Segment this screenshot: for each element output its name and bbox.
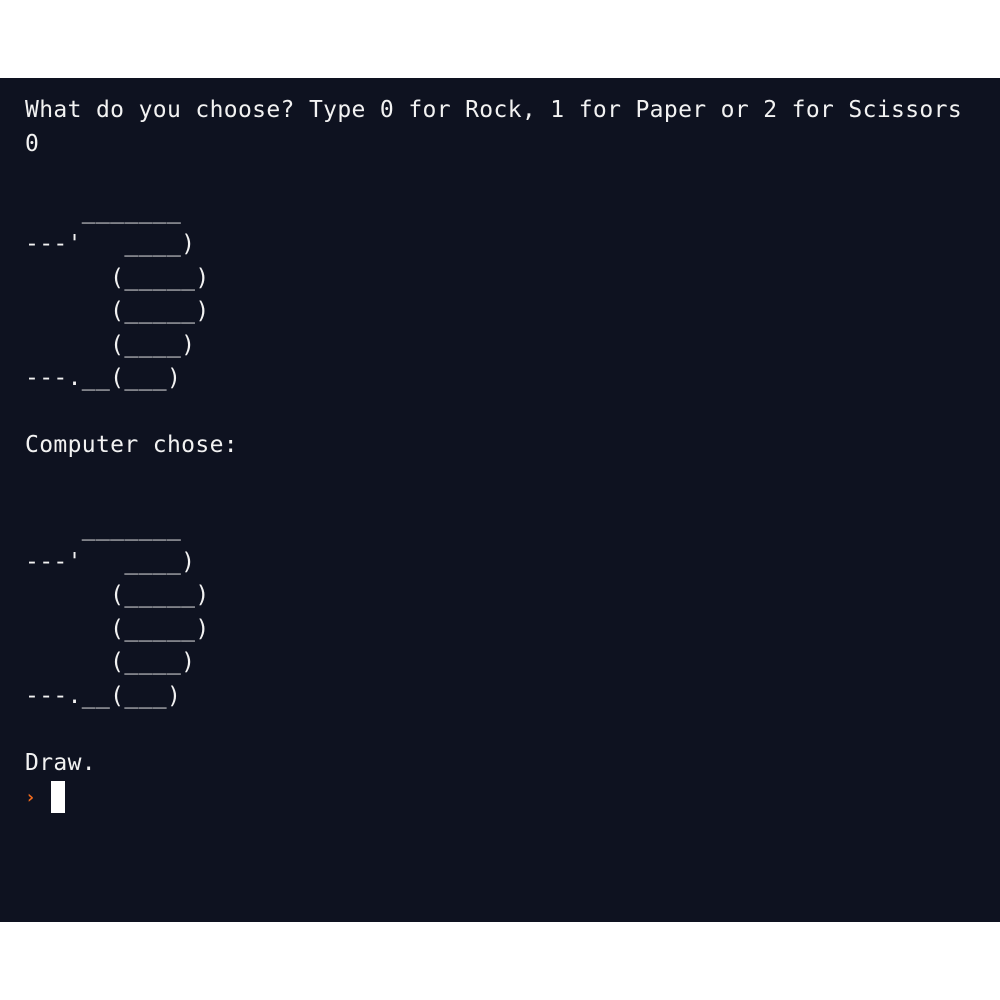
result-text: Draw.: [25, 749, 96, 776]
ascii-art-line: _______: [25, 515, 182, 541]
ascii-art-line: ---' ____): [25, 548, 196, 575]
ascii-art-line: (_____): [25, 264, 210, 291]
ascii-art-line: ---.__(___): [25, 682, 182, 709]
ascii-art-line: ---.__(___): [25, 365, 182, 391]
computer-rock-art: _______ ---' ____) (_____) (_____) (____…: [25, 512, 962, 713]
choice-question: What do you choose? Type 0 for Rock, 1 f…: [25, 97, 963, 123]
player-rock-art: _______ ---' ____) (_____) (_____) (____…: [25, 195, 962, 396]
user-input-echo: 0: [25, 130, 40, 157]
prompt-chevron-icon: ›: [25, 786, 36, 808]
ascii-art-line: (_____): [25, 582, 210, 608]
ascii-art-line: ---' ____): [25, 231, 196, 257]
ascii-art-line: (_____): [25, 615, 210, 642]
ascii-art-line: (____): [25, 331, 196, 358]
terminal-output: What do you choose? Type 0 for Rock, 1 f…: [25, 78, 962, 814]
ascii-art-line: _______: [25, 197, 182, 224]
terminal-window[interactable]: What do you choose? Type 0 for Rock, 1 f…: [0, 78, 1000, 922]
ascii-art-line: (_____): [25, 298, 210, 324]
text-cursor[interactable]: [51, 781, 65, 813]
computer-chose-label: Computer chose:: [25, 432, 238, 458]
input-prompt-row[interactable]: ›: [25, 780, 962, 814]
ascii-art-line: (____): [25, 649, 196, 675]
